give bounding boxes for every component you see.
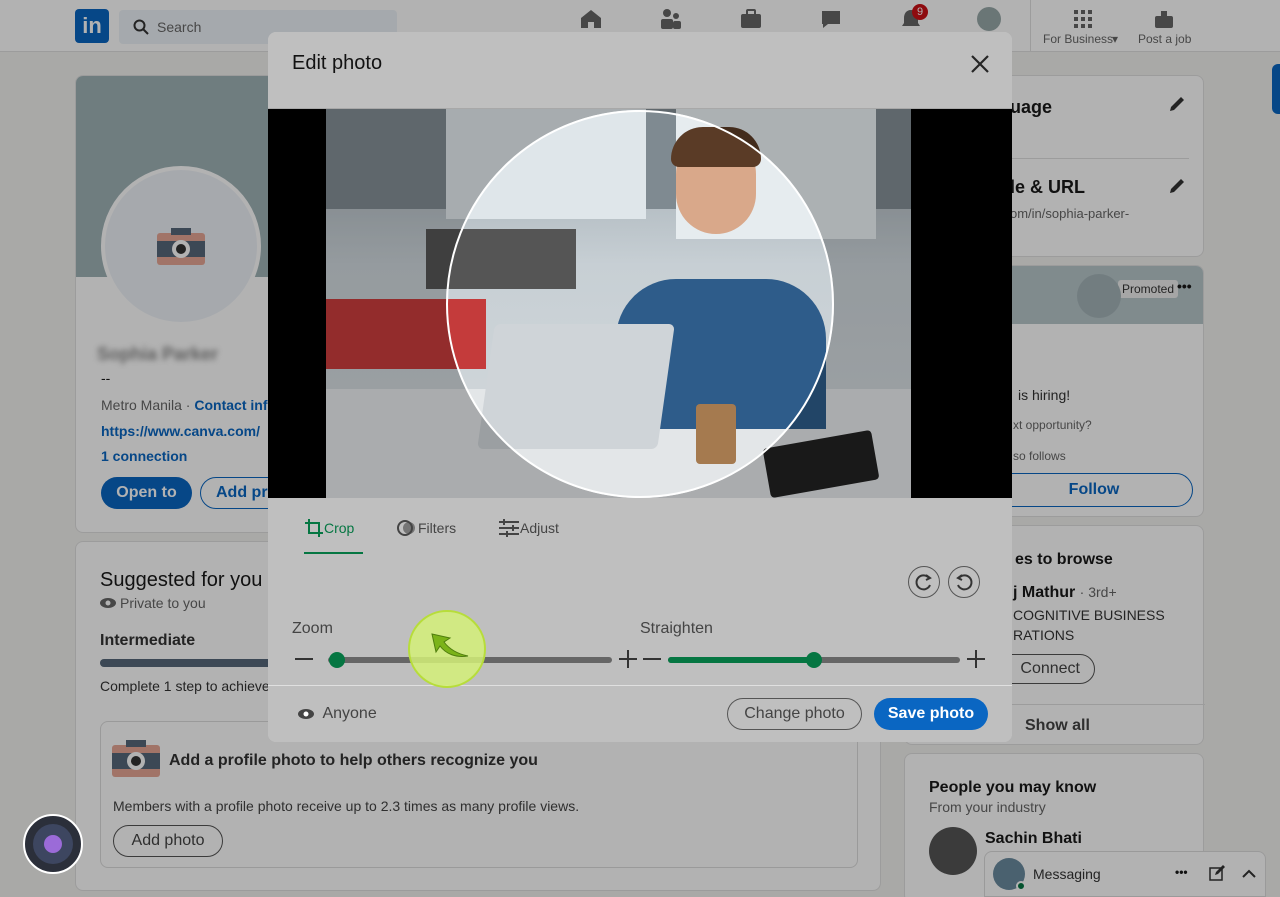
zoom-label: Zoom xyxy=(292,620,333,637)
tab-filters[interactable]: Filters xyxy=(396,518,456,554)
straighten-slider-track[interactable] xyxy=(668,652,960,668)
save-photo-button[interactable]: Save photo xyxy=(874,698,988,730)
filters-icon xyxy=(397,520,415,536)
record-dot-icon xyxy=(44,835,62,853)
click-highlight xyxy=(408,610,486,688)
rotate-left-button[interactable] xyxy=(948,566,980,598)
rotate-right-icon xyxy=(915,574,932,591)
straighten-label: Straighten xyxy=(640,620,713,637)
tab-crop-label: Crop xyxy=(324,520,355,536)
zoom-slider-thumb[interactable] xyxy=(328,652,345,668)
straighten-slider-thumb[interactable] xyxy=(806,652,822,668)
straighten-slider-fill xyxy=(668,657,814,663)
modal-title: Edit photo xyxy=(292,52,383,74)
close-icon[interactable] xyxy=(968,52,992,76)
photo-crop-area[interactable] xyxy=(268,109,1012,499)
rotate-right-button[interactable] xyxy=(908,566,940,598)
crop-circle[interactable] xyxy=(446,110,834,498)
visibility-label: Anyone xyxy=(322,705,377,722)
cursor-arrow-icon xyxy=(431,633,469,657)
eye-icon xyxy=(298,709,314,719)
rotate-left-icon xyxy=(956,574,973,591)
tab-adjust[interactable]: Adjust xyxy=(498,518,559,554)
zoom-minus-icon[interactable] xyxy=(294,649,314,669)
straighten-minus-icon[interactable] xyxy=(642,649,662,669)
tab-adjust-label: Adjust xyxy=(520,520,559,536)
zoom-plus-icon[interactable] xyxy=(618,649,638,669)
modal-footer-divider xyxy=(268,685,1012,686)
change-photo-button[interactable]: Change photo xyxy=(727,698,862,730)
edit-photo-modal: Edit photo Crop Filters Adjust Zoom Stra… xyxy=(268,32,1012,742)
tab-crop[interactable]: Crop xyxy=(304,518,363,554)
tab-filters-label: Filters xyxy=(418,520,457,536)
straighten-plus-icon[interactable] xyxy=(966,649,986,669)
crop-icon xyxy=(305,519,323,537)
recorder-button[interactable] xyxy=(23,814,83,874)
visibility-button[interactable]: Anyone xyxy=(298,705,377,723)
adjust-icon xyxy=(499,519,519,537)
